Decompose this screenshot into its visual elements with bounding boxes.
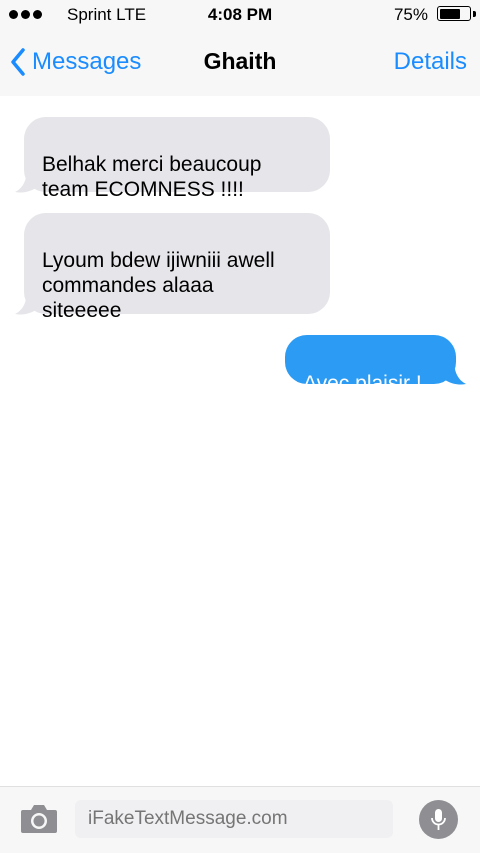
battery-percent: 75% xyxy=(393,5,428,24)
battery-nub xyxy=(473,11,476,17)
back-label: Messages xyxy=(32,48,142,75)
message-text: Avec plaisir ! xyxy=(303,372,422,395)
battery-fill xyxy=(439,8,460,19)
battery-icon xyxy=(437,6,471,21)
chevron-left-icon xyxy=(11,48,25,76)
message-input[interactable] xyxy=(75,800,393,838)
camera-icon[interactable] xyxy=(19,803,59,835)
message-text: Lyoum bdew ijiwniii awell commandes alaa… xyxy=(42,249,275,322)
microphone-icon xyxy=(431,809,446,830)
message-bubble-outgoing: Avec plaisir ! xyxy=(285,335,456,395)
message-bubble-incoming: Lyoum bdew ijiwniii awell commandes alaa… xyxy=(24,213,330,322)
message-bubble-incoming: Belhak merci beaucoup team ECOMNESS !!!! xyxy=(24,117,330,201)
microphone-button[interactable] xyxy=(419,800,458,839)
nav-bar: Messages Ghaith Details xyxy=(0,30,480,96)
message-text: Belhak merci beaucoup team ECOMNESS !!!! xyxy=(42,153,262,201)
status-bar: Sprint LTE 4:08 PM 75% xyxy=(0,0,480,30)
details-button[interactable]: Details xyxy=(394,48,467,76)
compose-bar xyxy=(0,786,480,853)
back-button[interactable]: Messages xyxy=(10,48,141,76)
